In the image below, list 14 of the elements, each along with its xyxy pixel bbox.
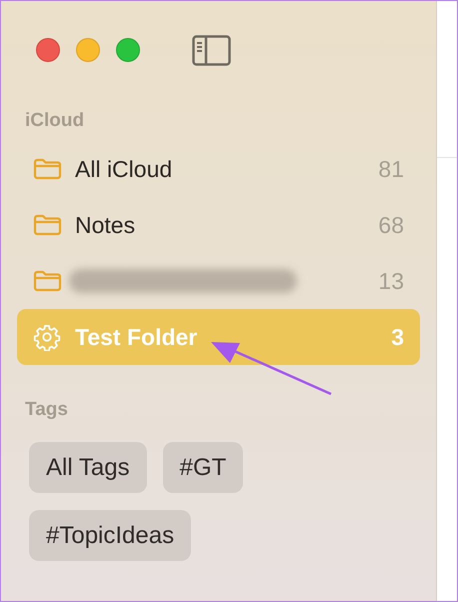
- folder-name: Notes: [75, 210, 136, 240]
- note-count: 81: [378, 154, 404, 184]
- note-count: 3: [391, 322, 404, 352]
- section-header: Tags: [24, 398, 69, 422]
- tag-chip[interactable]: All Tags: [29, 442, 147, 493]
- note-count: 13: [378, 266, 404, 296]
- tag-chip[interactable]: #TopicIdeas: [29, 510, 192, 561]
- folder-row[interactable]: All iCloud 81: [17, 141, 420, 197]
- folder-row[interactable]: Notes 68: [17, 197, 420, 253]
- tag-chip[interactable]: #GT: [162, 442, 244, 493]
- folder-name: Test Folder: [75, 322, 198, 352]
- folder-name: All iCloud: [75, 154, 172, 184]
- note-count: 68: [378, 210, 404, 240]
- section-header: iCloud: [24, 108, 86, 133]
